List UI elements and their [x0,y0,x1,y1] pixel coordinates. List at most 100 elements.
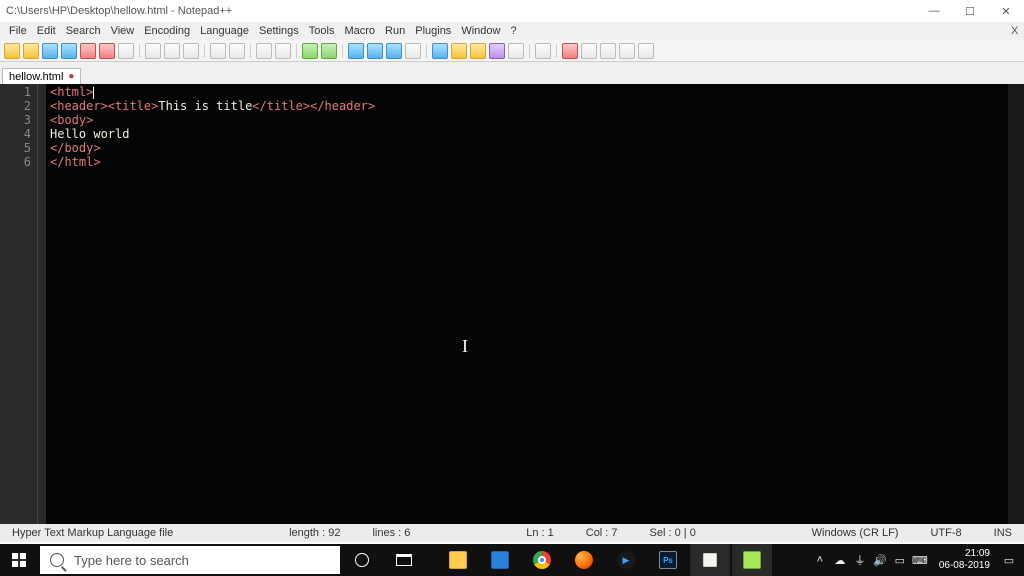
menu-language[interactable]: Language [195,23,254,39]
close-file-icon[interactable] [80,43,96,59]
menu-run[interactable]: Run [380,23,410,39]
store-icon[interactable] [480,544,520,576]
firefox-icon[interactable] [564,544,604,576]
menu-tools[interactable]: Tools [304,23,340,39]
menu-bar: File Edit Search View Encoding Language … [0,22,1024,40]
status-mode: INS [988,527,1018,539]
menu-macro[interactable]: Macro [339,23,380,39]
code-line-1: <html> [50,85,1020,99]
task-view-button[interactable] [384,544,424,576]
cut-icon[interactable] [145,43,161,59]
cortana-button[interactable] [342,544,382,576]
menu-search[interactable]: Search [61,23,106,39]
title-bar[interactable]: C:\Users\HP\Desktop\hellow.html - Notepa… [0,0,1024,22]
zoom-in-icon[interactable] [302,43,318,59]
tab-modified-icon: ● [68,72,74,82]
status-sel: Sel : 0 | 0 [644,527,702,539]
undo-icon[interactable] [210,43,226,59]
chrome-icon[interactable] [522,544,562,576]
status-bar: Hyper Text Markup Language file length :… [0,524,1024,542]
zoom-out-icon[interactable] [321,43,337,59]
tray-chevron-up-icon[interactable]: ˄ [813,553,827,567]
fold-margin [38,84,46,524]
record-macro-icon[interactable] [562,43,578,59]
tray-battery-icon[interactable]: ▭ [893,553,907,567]
status-filetype: Hyper Text Markup Language file [6,527,179,539]
vertical-scrollbar[interactable] [1008,84,1024,524]
menu-settings[interactable]: Settings [254,23,304,39]
find-icon[interactable] [256,43,272,59]
status-eol: Windows (CR LF) [806,527,905,539]
paste-icon[interactable] [183,43,199,59]
start-button[interactable] [0,544,38,576]
status-ln: Ln : 1 [520,527,560,539]
code-area[interactable]: <html> <header><title>This is title</tit… [46,84,1024,524]
notepadpp-icon[interactable] [732,544,772,576]
doc-map-icon[interactable] [508,43,524,59]
photoshop-icon[interactable]: Ps [648,544,688,576]
menu-edit[interactable]: Edit [32,23,61,39]
status-length: length : 92 [283,527,346,539]
maximize-button[interactable]: ☐ [952,0,988,22]
tray-language-icon[interactable]: ⌨ [913,553,927,567]
tray-onedrive-icon[interactable]: ☁ [833,553,847,567]
code-line-3: <body> [50,113,1020,127]
taskbar-search[interactable]: Type here to search [40,546,340,574]
system-tray: ˄ ☁ ⏚ 🔊 ▭ ⌨ 21:09 06-08-2019 ▭ [813,548,1024,572]
comment-icon[interactable] [470,43,486,59]
windows-taskbar: Type here to search ▶ Ps ˄ ☁ ⏚ 🔊 ▭ ⌨ 21:… [0,544,1024,576]
tray-network-icon[interactable]: ⏚ [853,553,867,567]
tray-date: 06-08-2019 [939,560,990,572]
menu-encoding[interactable]: Encoding [139,23,195,39]
menu-help[interactable]: ? [505,23,521,39]
line-gutter: 123456 [0,84,38,524]
tray-time: 21:09 [939,548,990,560]
stop-macro-icon[interactable] [581,43,597,59]
indent-icon[interactable] [432,43,448,59]
run-macro-icon[interactable] [619,43,635,59]
editor[interactable]: 123456 <html> <header><title>This is tit… [0,84,1024,524]
status-lines: lines : 6 [366,527,416,539]
tab-strip: hellow.html ● [0,62,1024,84]
code-line-4: Hello world [50,127,1020,141]
code-line-6: </html> [50,155,1020,169]
tray-datetime[interactable]: 21:09 06-08-2019 [933,548,996,572]
save-macro-icon[interactable] [638,43,654,59]
status-col: Col : 7 [580,527,624,539]
tray-notifications-icon[interactable]: ▭ [1002,553,1016,567]
replace-icon[interactable] [275,43,291,59]
tray-volume-icon[interactable]: 🔊 [873,553,887,567]
notepad-icon[interactable] [690,544,730,576]
tab-hellow-html[interactable]: hellow.html ● [2,68,81,85]
menu-plugins[interactable]: Plugins [410,23,456,39]
save-icon[interactable] [42,43,58,59]
search-placeholder: Type here to search [74,553,189,568]
menu-view[interactable]: View [106,23,140,39]
print-icon[interactable] [118,43,134,59]
open-file-icon[interactable] [23,43,39,59]
minimize-button[interactable]: — [916,0,952,22]
tab-label: hellow.html [9,71,63,83]
tab-close-x[interactable]: X [1006,23,1020,39]
save-all-icon[interactable] [61,43,77,59]
all-chars-icon[interactable] [405,43,421,59]
copy-icon[interactable] [164,43,180,59]
code-line-5: </body> [50,141,1020,155]
file-explorer-icon[interactable] [438,544,478,576]
play-macro-icon[interactable] [600,43,616,59]
menu-window[interactable]: Window [456,23,505,39]
toolbar [0,40,1024,62]
code-line-2: <header><title>This is title</title></he… [50,99,1020,113]
eye-icon[interactable] [535,43,551,59]
menu-file[interactable]: File [4,23,32,39]
redo-icon[interactable] [229,43,245,59]
new-file-icon[interactable] [4,43,20,59]
sync-v-icon[interactable] [348,43,364,59]
close-button[interactable]: ✕ [988,0,1024,22]
groove-music-icon[interactable]: ▶ [606,544,646,576]
close-all-icon[interactable] [99,43,115,59]
outdent-icon[interactable] [451,43,467,59]
function-list-icon[interactable] [489,43,505,59]
wrap-icon[interactable] [386,43,402,59]
sync-h-icon[interactable] [367,43,383,59]
